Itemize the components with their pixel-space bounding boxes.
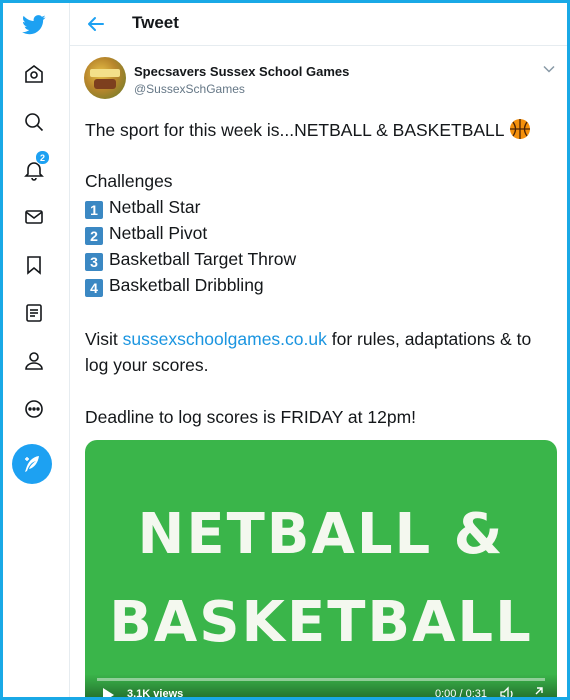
challenge-item: 3 Basketball Target Throw: [85, 249, 296, 271]
messages-icon[interactable]: [17, 200, 51, 234]
visit-text-line-2: log your scores.: [85, 355, 209, 375]
play-icon: [103, 688, 114, 697]
page-title: Tweet: [132, 13, 179, 32]
visit-prefix: Visit: [85, 329, 123, 349]
basketball-icon: [509, 118, 531, 145]
back-button[interactable]: [84, 12, 108, 36]
visit-suffix: for rules, adaptations & to: [326, 329, 532, 349]
challenge-label: Netball Star: [109, 197, 201, 217]
compose-tweet-button[interactable]: [12, 444, 52, 484]
challenge-label: Basketball Dribbling: [109, 275, 264, 295]
keycap-3-icon: 3: [85, 253, 103, 271]
more-icon[interactable]: [17, 392, 51, 426]
fullscreen-icon: [535, 687, 543, 695]
video-time: 0:00 / 0:31: [435, 688, 487, 700]
video-player[interactable]: NETBALL & BASKETBALL 3.1K views 0:00 / 0…: [85, 440, 557, 700]
video-progress-bar[interactable]: [97, 678, 545, 681]
deadline-text: Deadline to log scores is FRIDAY at 12pm…: [85, 407, 417, 427]
home-icon[interactable]: [17, 57, 51, 91]
challenge-item: 4 Basketball Dribbling: [85, 275, 264, 297]
challenges-heading: Challenges: [85, 171, 173, 191]
tweet-page: 2 Tweet Specsavers Sussex School Games @…: [0, 0, 570, 700]
author-name[interactable]: Specsavers Sussex School Games: [134, 64, 349, 79]
notifications-icon[interactable]: 2: [17, 150, 51, 187]
lists-icon[interactable]: [17, 296, 51, 330]
volume-icon: [500, 686, 513, 697]
challenge-item: 1 Netball Star: [85, 197, 200, 219]
video-controls: 3.1K views 0:00 / 0:31: [85, 674, 557, 700]
search-icon[interactable]: [17, 105, 51, 139]
feather-icon: [25, 456, 39, 472]
left-nav: 2: [3, 3, 70, 697]
tweet: Specsavers Sussex School Games @SussexSc…: [70, 46, 567, 697]
challenge-label: Basketball Target Throw: [109, 249, 297, 269]
tweet-options-button[interactable]: [540, 60, 558, 78]
video-title-line-1: NETBALL &: [137, 502, 505, 567]
keycap-4-icon: 4: [85, 279, 103, 297]
challenge-item: 2 Netball Pivot: [85, 223, 207, 245]
profile-icon[interactable]: [17, 344, 51, 378]
author-handle[interactable]: @SussexSchGames: [134, 82, 245, 96]
back-arrow-icon: [88, 17, 104, 31]
fullscreen-button[interactable]: [527, 685, 545, 697]
twitter-logo-icon[interactable]: [17, 8, 51, 42]
view-count: 3.1K views: [127, 688, 184, 700]
volume-button[interactable]: [499, 685, 517, 697]
website-link[interactable]: sussexschoolgames.co.uk: [123, 329, 327, 349]
play-button[interactable]: [99, 686, 117, 697]
page-header: Tweet: [70, 3, 567, 46]
avatar[interactable]: [84, 57, 126, 99]
tweet-intro-text: The sport for this week is...NETBALL & B…: [85, 120, 505, 140]
tweet-text-line: The sport for this week is...NETBALL & B…: [85, 118, 531, 145]
keycap-2-icon: 2: [85, 227, 103, 245]
visit-text-line: Visit sussexschoolgames.co.uk for rules,…: [85, 329, 531, 350]
challenge-label: Netball Pivot: [109, 223, 208, 243]
keycap-1-icon: 1: [85, 201, 103, 219]
notifications-badge: 2: [35, 150, 50, 165]
bookmarks-icon[interactable]: [17, 248, 51, 282]
video-title-line-2: BASKETBALL: [109, 590, 533, 655]
chevron-down-icon: [543, 65, 555, 73]
